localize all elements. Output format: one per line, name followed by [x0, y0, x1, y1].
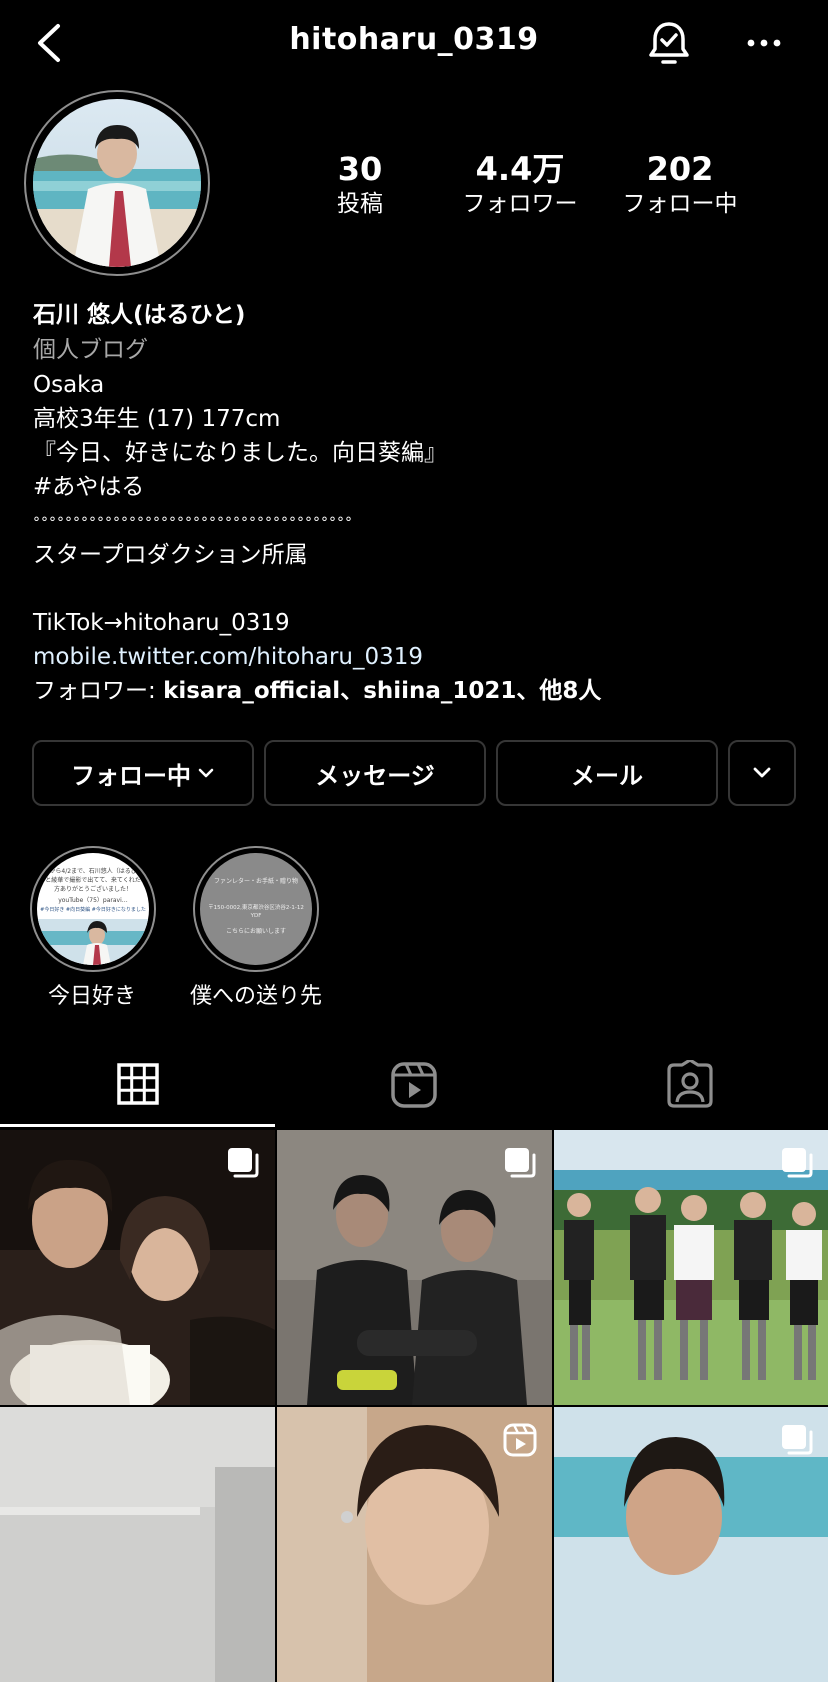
- suggested-accounts-button[interactable]: [728, 740, 796, 806]
- profile-username: hitoharu_0319: [289, 22, 539, 57]
- post-thumbnail[interactable]: [554, 1407, 828, 1682]
- ellipsis-icon: [747, 39, 781, 47]
- highlight-caption: 〒150-0002,東京都渋谷区渋谷2-1-12: [208, 903, 304, 911]
- highlight-label: 僕への送り先: [189, 984, 322, 1009]
- highlight-caption: 今日から4/2まで、石川悠人（はるひと）: [37, 867, 148, 875]
- reels-icon: [391, 1062, 437, 1108]
- highlight-caption: こちらにお願いします: [226, 928, 286, 935]
- bio-line: Osaka: [33, 372, 105, 398]
- highlight-caption: 方ありがとうございました！: [54, 885, 132, 893]
- posts-count-label: 投稿: [337, 191, 383, 217]
- post-thumbnail[interactable]: [277, 1407, 552, 1682]
- notifications-button[interactable]: [644, 18, 694, 68]
- bio-divider: °°°°°°°°°°°°°°°°°°°°°°°°°°°°°°°°°°°°°°°°: [33, 515, 353, 531]
- highlight-caption: youTube（75）paravi…: [58, 897, 128, 904]
- message-button-label: メッセージ: [315, 761, 435, 790]
- profile-category: 個人ブログ: [33, 337, 148, 363]
- grid-icon: [117, 1063, 159, 1105]
- bio-tiktok: TikTok→hitoharu_0319: [33, 610, 290, 636]
- multi-photo-icon: [782, 1425, 813, 1455]
- highlight-caption: #今日好き #向日葵編 #今日好きになりました: [40, 906, 146, 913]
- chevron-down-icon: [753, 767, 771, 778]
- reel-icon: [503, 1423, 537, 1457]
- followed-by[interactable]: フォロワー: kisara_official、shiina_1021、他8人: [33, 674, 601, 708]
- following-button[interactable]: フォロー中: [32, 740, 254, 806]
- bell-check-icon: [649, 22, 689, 64]
- email-button-label: メール: [571, 761, 643, 790]
- avatar[interactable]: [33, 99, 201, 267]
- posts-count[interactable]: 30 投稿: [280, 150, 440, 220]
- tab-tagged[interactable]: [660, 1058, 720, 1110]
- multi-photo-icon: [782, 1148, 813, 1178]
- tagged-icon: [667, 1058, 713, 1108]
- post-thumbnail[interactable]: [0, 1130, 275, 1405]
- message-button[interactable]: メッセージ: [264, 740, 486, 806]
- chevron-down-icon: [198, 768, 214, 778]
- email-button[interactable]: メール: [496, 740, 718, 806]
- bio-line: 『今日、好きになりました。向日葵編』: [33, 440, 447, 466]
- multi-photo-icon: [505, 1148, 536, 1178]
- tab-posts[interactable]: [108, 1060, 168, 1110]
- bio-agency: スタープロダクション所属: [33, 542, 308, 568]
- followers-count[interactable]: 4.4万 フォロワー: [440, 150, 600, 220]
- highlight-caption: ファンレター・お手紙・贈り物: [214, 877, 298, 885]
- bio-line: 高校3年生 (17) 177cm: [33, 406, 281, 432]
- highlight-caption: YDF: [250, 913, 262, 919]
- following-count-value: 202: [646, 150, 714, 188]
- highlight-fan-letter[interactable]: ファンレター・お手紙・贈り物 〒150-0002,東京都渋谷区渋谷2-1-12 …: [200, 853, 312, 965]
- tab-active-indicator: [0, 1124, 275, 1127]
- following-count[interactable]: 202 フォロー中: [600, 150, 760, 220]
- profile-name: 石川 悠人(はるひと): [33, 302, 246, 328]
- highlight-caption: と綾華で撮影で出てて、来てくれた: [45, 876, 141, 884]
- followed-by-prefix: フォロワー:: [33, 678, 164, 704]
- following-button-label: フォロー中: [71, 761, 191, 790]
- post-thumbnail[interactable]: [0, 1407, 275, 1682]
- following-count-label: フォロー中: [622, 191, 738, 217]
- tab-reels[interactable]: [384, 1060, 444, 1110]
- multi-photo-icon: [228, 1148, 259, 1178]
- posts-count-value: 30: [337, 150, 383, 188]
- bio-hashtag[interactable]: #あやはる: [33, 470, 144, 504]
- highlight-kyousuki[interactable]: 今日から4/2まで、石川悠人（はるひと） と綾華で撮影で出てて、来てくれた 方あ…: [37, 853, 149, 965]
- bio-link[interactable]: mobile.twitter.com/hitoharu_0319: [33, 640, 423, 674]
- post-thumbnail[interactable]: [554, 1130, 828, 1405]
- followers-count-value: 4.4万: [475, 150, 565, 188]
- post-thumbnail[interactable]: [277, 1130, 552, 1405]
- more-options-button[interactable]: [744, 26, 784, 60]
- followed-by-names: kisara_official、shiina_1021、他8人: [163, 678, 602, 704]
- followers-count-label: フォロワー: [462, 191, 578, 217]
